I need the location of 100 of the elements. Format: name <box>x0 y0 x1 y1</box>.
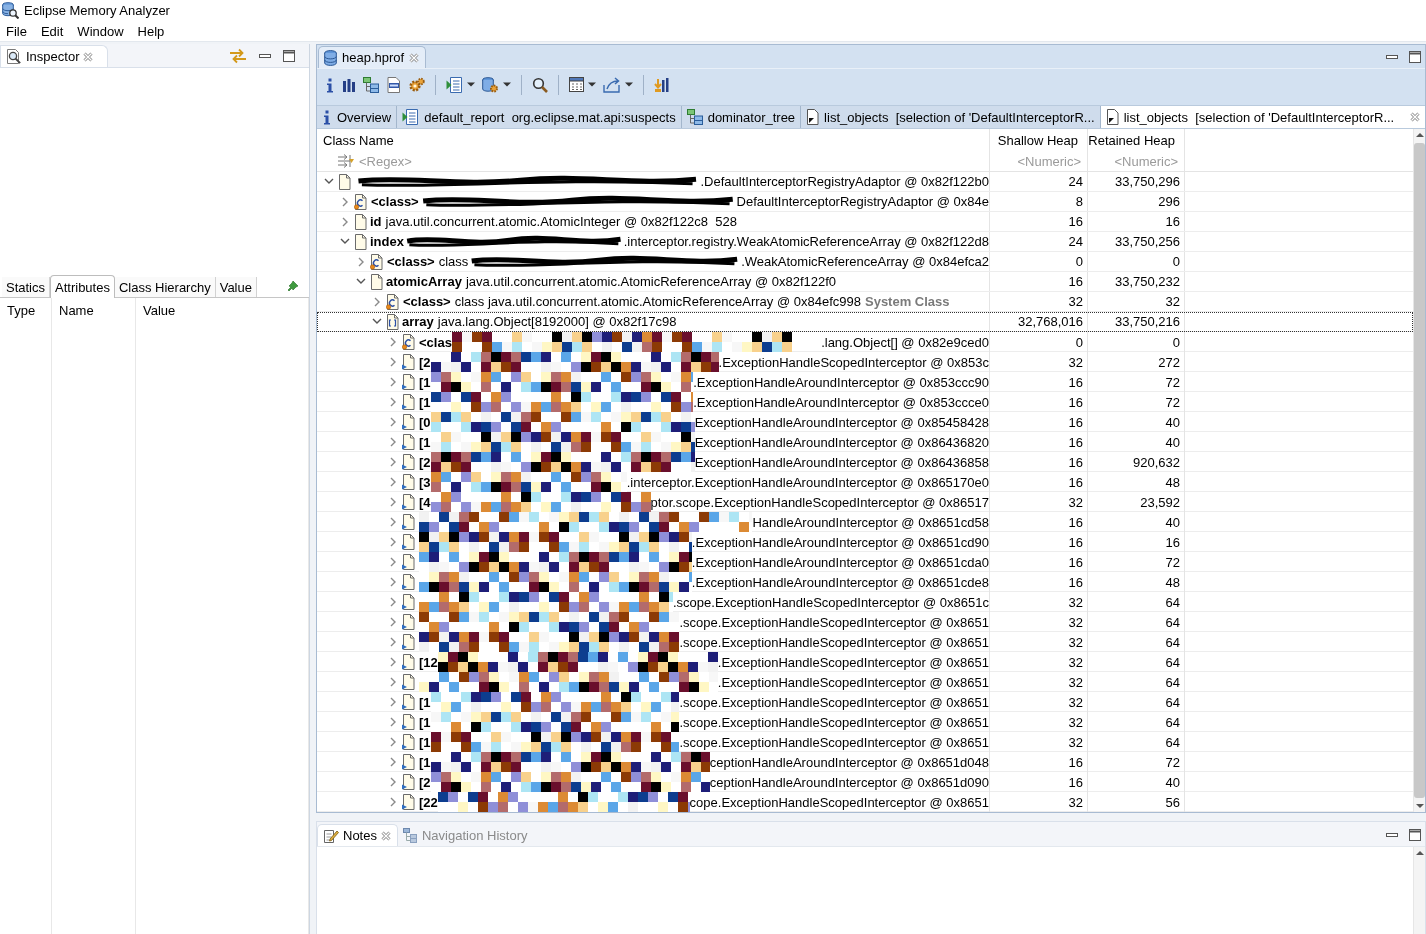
chevron-right-icon[interactable] <box>357 256 365 267</box>
tree-row[interactable]: <class> class .WeakAtomicReferenceArray @ 0x84efca2 0 0 <box>317 252 1413 272</box>
result-tab[interactable]: Overview <box>317 106 398 128</box>
tree-row[interactable]: [2 ceptionHandleAroundInterceptor @ 0x8651d090 16 40 <box>317 772 1413 792</box>
minimize-icon[interactable] <box>1386 832 1398 838</box>
tree-row[interactable]: [12 .ExceptionHandleScopedInterceptor @ 0x8651 32 64 <box>317 652 1413 672</box>
tree-row[interactable]: [2 ExceptionHandleAroundInterceptor @ 0x86436858 16 920,632 <box>317 452 1413 472</box>
tree-row[interactable]: [0 ExceptionHandleAroundInterceptor @ 0x85458428 16 40 <box>317 412 1413 432</box>
tree-row[interactable]: [3 .interceptor.ExceptionHandleAroundInterceptor @ 0x865170e0 16 48 <box>317 472 1413 492</box>
chevron-right-icon[interactable] <box>341 216 349 227</box>
menu-item[interactable]: Help <box>131 23 171 39</box>
export-icon[interactable] <box>603 76 621 93</box>
tree-row[interactable]: <clas .lang.Object[] @ 0x82e9ced0 0 0 <box>317 332 1413 352</box>
chevron-down-icon[interactable] <box>340 238 350 245</box>
vertical-scrollbar[interactable] <box>1413 129 1425 812</box>
tab[interactable]: Value <box>215 277 257 297</box>
result-tab[interactable]: dominator_tree <box>681 106 802 128</box>
object-label: .scope.ExceptionHandleScopedInterceptor @ 0x8651 <box>679 714 989 730</box>
chevron-down-icon[interactable] <box>372 318 382 325</box>
maximize-icon[interactable] <box>283 50 295 62</box>
tree-row[interactable]: [2 .ExceptionHandleScopedInterceptor @ 0x853c 32 272 <box>317 352 1413 372</box>
document-icon[interactable] <box>386 76 402 93</box>
tree-row[interactable]: <class> DefaultInterceptorRegistryAdaptor @ 0x84e 8 296 <box>317 192 1413 212</box>
chart-arrow-icon[interactable] <box>654 76 670 93</box>
tree-row[interactable]: atomicArray java.util.concurrent.atomic.AtomicReferenceArray @ 0x82f122f0 16 33,750,232 <box>317 272 1413 292</box>
column-header[interactable]: Retained Heap <box>1088 132 1175 148</box>
tree-icon[interactable] <box>402 827 418 843</box>
maximize-icon[interactable] <box>1409 829 1421 841</box>
menu-item[interactable]: File <box>0 23 33 39</box>
close-icon[interactable] <box>380 830 391 841</box>
tree-icon[interactable] <box>363 76 379 93</box>
chevron-down-icon[interactable] <box>356 278 366 285</box>
vertical-scrollbar[interactable] <box>1413 847 1425 934</box>
chevron-right-icon[interactable] <box>373 296 381 307</box>
tree-row[interactable]: [1 .scope.ExceptionHandleScopedInterceptor @ 0x8651 32 64 <box>317 692 1413 712</box>
tree-row[interactable]: HandleAroundInterceptor @ 0x8651cd58 16 40 <box>317 512 1413 532</box>
caret-icon[interactable] <box>588 82 596 87</box>
tree-row[interactable]: .scope.ExceptionHandleScopedInterceptor @ 0x8651 32 64 <box>317 632 1413 652</box>
table-cell: 32 <box>990 632 1088 652</box>
column-header[interactable]: Value <box>136 298 176 318</box>
maximize-icon[interactable] <box>1409 51 1421 63</box>
minimize-icon[interactable] <box>259 53 271 59</box>
table-icon[interactable] <box>569 77 584 92</box>
tree-row[interactable]: .ExceptionHandleAroundInterceptor @ 0x8651cde8 16 48 <box>317 572 1413 592</box>
result-tab[interactable]: default_report org.eclipse.mat.api:suspects <box>397 106 682 128</box>
tree-row[interactable]: .ExceptionHandleAroundInterceptor @ 0x8651cd90 16 16 <box>317 532 1413 552</box>
field-name: [1 <box>419 374 431 390</box>
caret-icon[interactable] <box>467 82 475 87</box>
class-document-icon <box>402 334 416 350</box>
tree-row[interactable]: <class> class java.util.concurrent.atomic.AtomicReferenceArray @ 0x84efc998 System Class 32 32 <box>317 292 1413 312</box>
tree-row[interactable]: index .interceptor.registry.WeakAtomicReferenceArray @ 0x82f122d8 24 33,750,256 <box>317 232 1413 252</box>
menu-item[interactable]: Window <box>71 23 130 39</box>
column-header[interactable]: Type <box>0 298 36 318</box>
column-header[interactable]: Name <box>52 298 94 318</box>
view-tab[interactable]: Inspector <box>0 45 109 67</box>
database-gear-icon[interactable] <box>482 76 499 93</box>
report-icon[interactable] <box>446 76 463 93</box>
pencil-note-icon[interactable] <box>323 828 339 843</box>
tree-row[interactable]: .ExceptionHandleAroundInterceptor @ 0x8651cda0 16 72 <box>317 552 1413 572</box>
search-icon[interactable] <box>532 76 548 93</box>
tree-row[interactable]: .DefaultInterceptorRegistryAdaptor @ 0x82f122b0 24 33,750,296 <box>317 172 1413 192</box>
tree-row[interactable]: [1 ExceptionHandleAroundInterceptor @ 0x86436820 16 40 <box>317 432 1413 452</box>
chevron-down-icon[interactable] <box>324 178 334 185</box>
close-icon[interactable] <box>1410 112 1420 122</box>
tree-row[interactable]: [22 cope.ExceptionHandleScopedInterceptor @ 0x8651 32 56 <box>317 792 1413 812</box>
tree-row[interactable]: .ExceptionHandleScopedInterceptor @ 0x8651 32 64 <box>317 672 1413 692</box>
tree-row[interactable]: .scope.ExceptionHandleScopedInterceptor @ 0x8651c 32 64 <box>317 592 1413 612</box>
tab[interactable]: Class Hierarchy <box>114 277 216 297</box>
tree-row[interactable]: .scope.ExceptionHandleScopedInterceptor @ 0x8651 32 64 <box>317 612 1413 632</box>
tab[interactable]: Attributes <box>50 275 115 298</box>
tree-row[interactable]: [1 .ExceptionHandleAroundInterceptor @ 0x853ccce0 16 72 <box>317 392 1413 412</box>
field-name: [1 <box>419 714 431 730</box>
info-icon[interactable] <box>325 76 335 93</box>
close-icon[interactable] <box>409 52 420 63</box>
bar-chart-icon[interactable] <box>342 76 356 93</box>
view-tab[interactable]: Notes <box>317 824 398 846</box>
class-document-icon <box>354 193 368 210</box>
info-icon[interactable] <box>322 109 332 125</box>
caret-icon[interactable] <box>625 82 633 87</box>
table-cell: 16 <box>990 432 1088 452</box>
result-tab[interactable]: list_objects [selection of 'DefaultInterceptorR... <box>801 106 1101 128</box>
column-header[interactable]: Class Name <box>323 132 394 148</box>
result-tab[interactable]: list_objects [selection of 'DefaultInterceptorR... <box>1100 106 1425 128</box>
tree-row[interactable]: [1 .ExceptionHandleAroundInterceptor @ 0x853ccc90 16 72 <box>317 372 1413 392</box>
close-icon[interactable] <box>83 51 94 62</box>
minimize-icon[interactable] <box>1386 54 1398 60</box>
tree-row[interactable]: [1 .scope.ExceptionHandleScopedInterceptor @ 0x8651 32 64 <box>317 732 1413 752</box>
swap-arrows-icon[interactable] <box>229 48 247 64</box>
column-header[interactable]: Shallow Heap <box>997 132 1078 148</box>
tree-row[interactable]: [4 ptor.scope.ExceptionHandleScopedInterceptor @ 0x86517 32 23,592 <box>317 492 1413 512</box>
editor-tab[interactable]: heap.hprof <box>318 46 427 68</box>
menu-item[interactable]: Edit <box>34 23 70 39</box>
caret-icon[interactable] <box>503 82 511 87</box>
tree-row[interactable]: [1 ceptionHandleAroundInterceptor @ 0x8651d048 16 72 <box>317 752 1413 772</box>
tree-row[interactable]: id java.util.concurrent.atomic.AtomicInteger @ 0x82f122c8 528 16 16 <box>317 212 1413 232</box>
pin-icon[interactable] <box>287 280 299 292</box>
gears-icon[interactable] <box>409 76 425 93</box>
tree-row[interactable]: [1 .scope.ExceptionHandleScopedInterceptor @ 0x8651 32 64 <box>317 712 1413 732</box>
chevron-right-icon[interactable] <box>341 196 349 207</box>
tab[interactable]: Statics <box>2 277 50 297</box>
